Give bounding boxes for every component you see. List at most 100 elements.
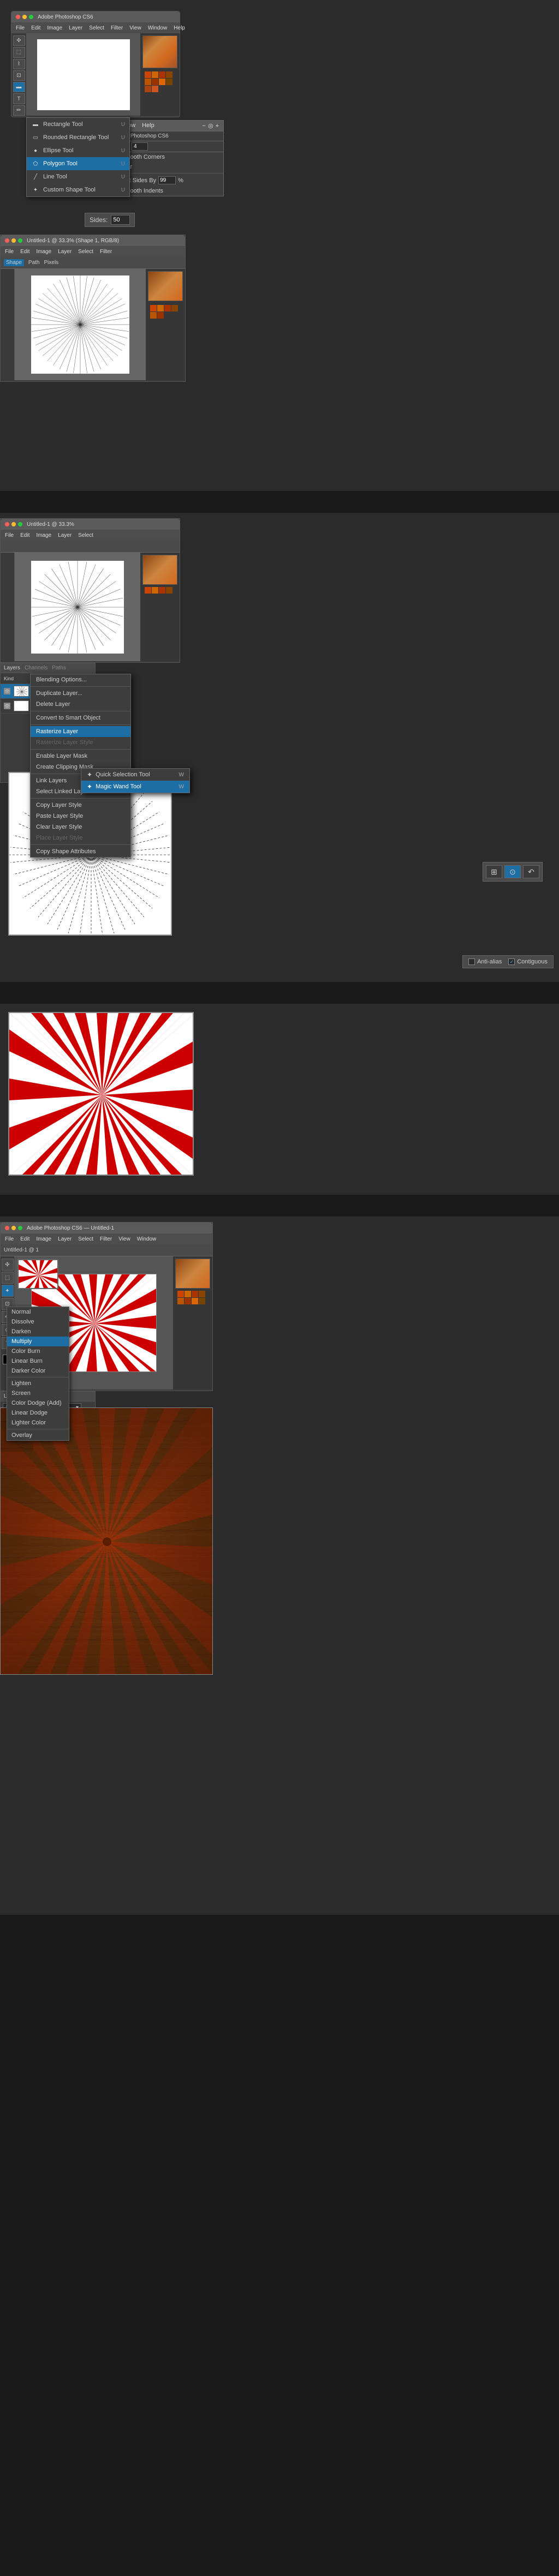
tb-icon-history[interactable]: ↶	[523, 865, 539, 878]
ctx-convert-smart[interactable]: Convert to Smart Object	[31, 712, 130, 723]
blend-lighten[interactable]: Lighten	[7, 1379, 69, 1388]
menu-edit[interactable]: Edit	[31, 25, 40, 31]
menu-layer-blend[interactable]: Layer	[58, 1236, 72, 1242]
contiguous-cb[interactable]	[508, 958, 515, 965]
zoom-plus[interactable]: +	[216, 123, 219, 129]
blend-normal[interactable]: Normal	[7, 1307, 69, 1317]
blend-dissolve[interactable]: Dissolve	[7, 1317, 69, 1327]
shape-tool-ellipse[interactable]: ● Ellipse Tool U	[27, 144, 129, 157]
close-dot-2[interactable]	[5, 238, 9, 243]
channels-tab[interactable]: Channels	[25, 665, 47, 671]
ctx-clear-style[interactable]: Clear Layer Style	[31, 822, 130, 832]
zoom-minus[interactable]: −	[203, 123, 206, 129]
menu-select-3[interactable]: Select	[78, 532, 93, 538]
menu-window[interactable]: Window	[148, 25, 168, 31]
paths-tab[interactable]: Paths	[52, 665, 66, 671]
menu-select-2[interactable]: Select	[78, 249, 93, 255]
menu-filter[interactable]: Filter	[111, 25, 123, 31]
ctx-duplicate-layer[interactable]: Duplicate Layer...	[31, 688, 130, 699]
shape-mode-btn[interactable]: Shape	[4, 259, 24, 266]
tb-icon-zoom[interactable]: ⊙	[504, 865, 521, 878]
minimize-dot-2[interactable]	[11, 238, 16, 243]
menu-filter-blend[interactable]: Filter	[100, 1236, 112, 1242]
menu-select-blend[interactable]: Select	[78, 1236, 93, 1242]
select-tool[interactable]: ⬚	[2, 1272, 14, 1284]
magic-wand-tool-item[interactable]: ✦ Magic Wand Tool W	[81, 781, 189, 793]
ctx-enable-mask[interactable]: Enable Layer Mask	[31, 751, 130, 762]
menu-view-blend[interactable]: View	[118, 1236, 130, 1242]
menu-help[interactable]: Help	[174, 25, 185, 31]
blend-overlay[interactable]: Overlay	[7, 1430, 69, 1440]
blend-color-dodge[interactable]: Color Dodge (Add)	[7, 1398, 69, 1408]
shape-tool-rounded-rect[interactable]: ▭ Rounded Rectangle Tool U	[27, 131, 129, 144]
path-mode-btn[interactable]: Path	[28, 260, 40, 266]
shape-tool-polygon[interactable]: ⬠ Polygon Tool U	[27, 157, 129, 170]
blend-multiply[interactable]: Multiply	[7, 1337, 69, 1346]
ctx-blending-options[interactable]: Blending Options...	[31, 674, 130, 685]
tool-shape[interactable]: ▬	[13, 82, 25, 92]
menu-view[interactable]: View	[129, 25, 141, 31]
menu-image[interactable]: Image	[47, 25, 62, 31]
menu-image-blend[interactable]: Image	[36, 1236, 51, 1242]
ctx-delete-layer[interactable]: Delete Layer	[31, 699, 130, 710]
blend-darken[interactable]: Darken	[7, 1327, 69, 1337]
magic-wand-tool-btn[interactable]: ✦	[2, 1285, 14, 1297]
slides-input[interactable]	[132, 142, 148, 151]
menu-file[interactable]: File	[16, 25, 25, 31]
max-3[interactable]	[18, 522, 22, 526]
menu-image-3[interactable]: Image	[36, 532, 51, 538]
menu-edit-2[interactable]: Edit	[20, 249, 29, 255]
menu-layer[interactable]: Layer	[69, 25, 82, 31]
menu-edit-3[interactable]: Edit	[20, 532, 29, 538]
menu-file-3[interactable]: File	[5, 532, 14, 538]
ctx-paste-style[interactable]: Paste Layer Style	[31, 811, 130, 822]
menu-file-blend[interactable]: File	[5, 1236, 14, 1242]
move-tool[interactable]: ✣	[2, 1259, 14, 1271]
blend-color-burn[interactable]: Color Burn	[7, 1346, 69, 1356]
ctx-rasterize[interactable]: Rasterize Layer	[31, 726, 130, 737]
tool-select[interactable]: ⬚	[13, 47, 25, 57]
minimize-dot[interactable]	[22, 15, 27, 19]
menu-file-2[interactable]: File	[5, 249, 14, 255]
anti-alias-checkbox-item[interactable]: Anti-alias	[468, 958, 502, 965]
menu-help-label[interactable]: Help	[142, 122, 154, 129]
close-blend[interactable]	[5, 1226, 9, 1230]
menu-layer-3[interactable]: Layer	[58, 532, 72, 538]
tool-type[interactable]: T	[13, 93, 25, 104]
tb-icon-layers[interactable]: ⊞	[486, 865, 502, 878]
shape-tool-custom[interactable]: ✦ Custom Shape Tool U	[27, 183, 129, 196]
tool-pen[interactable]: ✏	[13, 105, 25, 116]
min-3[interactable]	[11, 522, 16, 526]
layers-kind-filter[interactable]: Kind	[4, 676, 14, 681]
maximize-dot-2[interactable]	[18, 238, 22, 243]
blend-lighter-color[interactable]: Lighter Color	[7, 1418, 69, 1428]
shape-tool-rectangle[interactable]: ▬ Rectangle Tool U	[27, 118, 129, 131]
ctx-copy-style[interactable]: Copy Layer Style	[31, 800, 130, 811]
close-3[interactable]	[5, 522, 9, 526]
menu-select[interactable]: Select	[89, 25, 104, 31]
pixels-mode-btn[interactable]: Pixels	[44, 260, 59, 266]
maximize-dot[interactable]	[29, 15, 33, 19]
menu-edit-blend[interactable]: Edit	[20, 1236, 29, 1242]
blend-linear-dodge[interactable]: Linear Dodge	[7, 1408, 69, 1418]
menu-filter-2[interactable]: Filter	[100, 249, 112, 255]
menu-image-2[interactable]: Image	[36, 249, 51, 255]
blend-darker-color[interactable]: Darker Color	[7, 1366, 69, 1376]
sides-value-input[interactable]	[111, 215, 130, 225]
menu-layer-2[interactable]: Layer	[58, 249, 72, 255]
blend-linear-burn[interactable]: Linear Burn	[7, 1356, 69, 1366]
max-blend[interactable]	[18, 1226, 22, 1230]
tool-move[interactable]: ✣	[13, 35, 25, 46]
contiguous-checkbox-item[interactable]: Contiguous	[508, 958, 548, 965]
min-blend[interactable]	[11, 1226, 16, 1230]
eye-icon-bg[interactable]: 👁	[4, 703, 10, 709]
anti-alias-cb[interactable]	[468, 958, 475, 965]
shape-tool-line[interactable]: ╱ Line Tool U	[27, 170, 129, 183]
tool-crop[interactable]: ⊡	[13, 70, 25, 81]
quick-selection-tool-item[interactable]: ✦ Quick Selection Tool W	[81, 769, 189, 781]
indent-sides-input[interactable]	[158, 176, 176, 184]
ctx-copy-shape[interactable]: Copy Shape Attributes	[31, 846, 130, 857]
close-dot[interactable]	[16, 15, 20, 19]
menu-window-blend[interactable]: Window	[137, 1236, 157, 1242]
tool-lasso[interactable]: ⌇	[13, 59, 25, 69]
